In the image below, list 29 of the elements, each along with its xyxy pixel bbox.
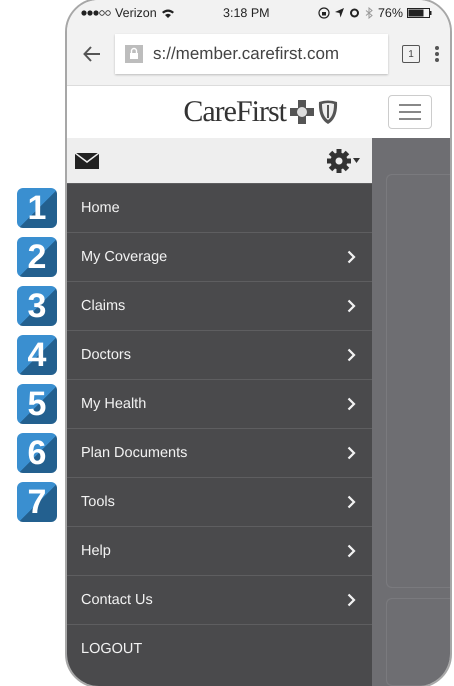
menu-icon	[399, 104, 421, 120]
back-arrow-icon[interactable]	[83, 45, 101, 63]
envelope-icon[interactable]	[75, 152, 99, 168]
number-badge: 5	[17, 384, 57, 424]
settings-icon[interactable]	[327, 148, 351, 172]
number-badge: 7	[17, 482, 57, 522]
caret-icon[interactable]	[353, 158, 360, 163]
more-menu-icon[interactable]	[434, 45, 440, 63]
menu-button[interactable]	[388, 95, 432, 129]
number-badge: 4	[17, 335, 57, 375]
shield-icon	[318, 100, 338, 124]
number-badge: 1	[17, 188, 57, 228]
lock-icon	[125, 45, 143, 63]
tab-count-button[interactable]: 1	[402, 45, 420, 63]
logo-text: CareFirst	[183, 95, 286, 129]
carrier-name: Verizon	[115, 6, 157, 20]
number-badge: 3	[17, 286, 57, 326]
url-field[interactable]: s://member.carefirst.com	[115, 34, 388, 74]
signal-icon	[81, 8, 111, 16]
bluetooth-icon	[364, 6, 374, 18]
wifi-icon	[160, 8, 175, 18]
battery-percent: 76%	[378, 6, 403, 20]
location-arrow-icon	[334, 7, 345, 18]
number-badge: 2	[17, 237, 57, 277]
number-badge: 6	[17, 433, 57, 473]
status-time: 3:18 PM	[223, 6, 270, 20]
rotation-lock-icon	[318, 6, 330, 18]
battery-icon	[406, 8, 432, 18]
cross-icon	[290, 100, 314, 124]
